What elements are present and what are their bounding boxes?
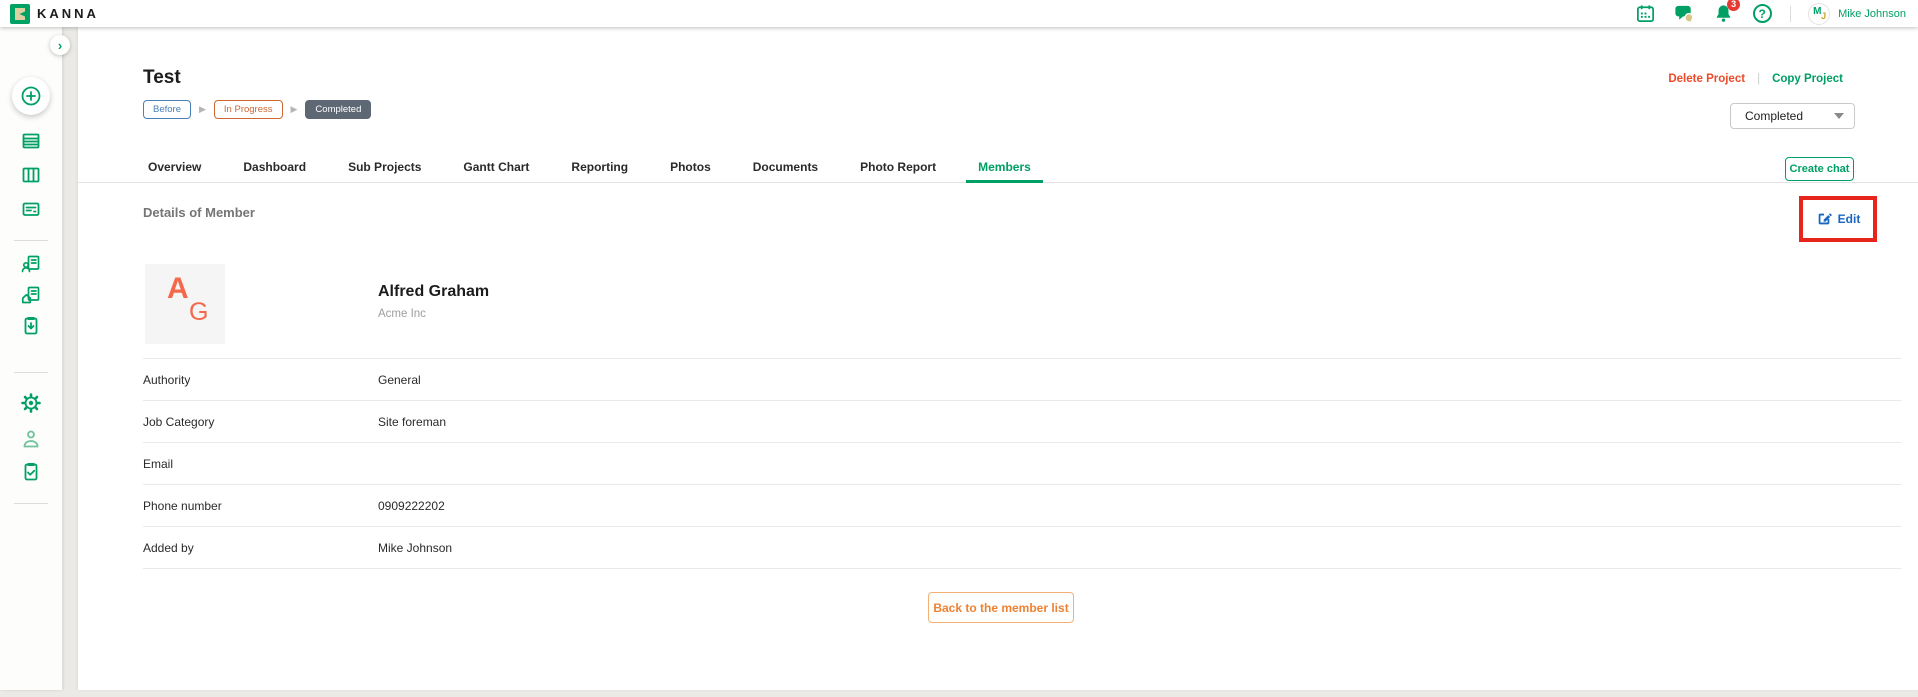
- table-row: Added by Mike Johnson: [143, 527, 1901, 569]
- top-bar-divider: [1790, 6, 1791, 22]
- help-icon[interactable]: ?: [1751, 3, 1773, 25]
- list-view-icon[interactable]: [20, 130, 42, 152]
- actions-separator: |: [1757, 73, 1760, 85]
- top-bar-actions: 3 ? M J Mike Johnson: [1634, 3, 1906, 25]
- chevron-down-icon: [1834, 113, 1844, 119]
- import-icon[interactable]: [20, 315, 42, 337]
- arrow-right-icon: ▶: [291, 104, 298, 115]
- user-menu[interactable]: M J Mike Johnson: [1808, 3, 1906, 25]
- profile-icon[interactable]: [20, 428, 42, 450]
- chat-icon[interactable]: [1673, 3, 1695, 25]
- tab-gantt-chart[interactable]: Gantt Chart: [451, 154, 541, 183]
- tab-photo-report[interactable]: Photo Report: [848, 154, 948, 183]
- edit-icon: [1816, 211, 1832, 227]
- field-value: 0909222202: [378, 499, 445, 513]
- sidebar-divider: [14, 503, 48, 504]
- tab-members[interactable]: Members: [966, 154, 1043, 183]
- settings-icon[interactable]: [20, 392, 42, 414]
- user-avatar: M J: [1808, 3, 1830, 25]
- kanna-logo-icon: [10, 4, 30, 24]
- create-chat-button[interactable]: Create chat: [1785, 157, 1854, 181]
- company-projects-icon[interactable]: [20, 284, 42, 306]
- project-title: Test: [143, 67, 181, 89]
- tab-documents[interactable]: Documents: [741, 154, 830, 183]
- member-avatar: A G: [145, 264, 225, 344]
- edit-button[interactable]: Edit: [1816, 211, 1861, 227]
- brand-name: KANNA: [37, 6, 99, 21]
- field-label: Added by: [143, 541, 378, 555]
- tasks-icon[interactable]: [20, 461, 42, 483]
- member-name: Alfred Graham: [378, 283, 489, 301]
- back-to-member-list-button[interactable]: Back to the member list: [928, 592, 1074, 623]
- edit-highlight-box: Edit: [1799, 196, 1877, 242]
- field-label: Phone number: [143, 499, 378, 513]
- notification-badge: 3: [1727, 0, 1740, 11]
- top-bar: KANNA: [0, 0, 1918, 27]
- edit-label: Edit: [1838, 212, 1861, 226]
- tab-photos[interactable]: Photos: [658, 154, 723, 183]
- delete-project-link[interactable]: Delete Project: [1668, 73, 1745, 85]
- project-tabs: Overview Dashboard Sub Projects Gantt Ch…: [78, 155, 1918, 183]
- sidebar: ›: [0, 27, 62, 690]
- tab-dashboard[interactable]: Dashboard: [231, 154, 318, 183]
- tab-overview[interactable]: Overview: [136, 154, 213, 183]
- sidebar-divider: [14, 240, 48, 241]
- project-status-flow: Before ▶ In Progress ▶ Completed: [143, 100, 371, 119]
- arrow-right-icon: ▶: [199, 104, 206, 115]
- project-status-dropdown[interactable]: Completed: [1730, 103, 1855, 129]
- field-label: Authority: [143, 373, 378, 387]
- add-icon[interactable]: [12, 77, 50, 115]
- project-actions: Delete Project | Copy Project: [1668, 73, 1843, 85]
- copy-project-link[interactable]: Copy Project: [1772, 73, 1843, 85]
- status-step-in-progress: In Progress: [214, 100, 283, 119]
- table-row: Phone number 0909222202: [143, 485, 1901, 527]
- field-value: General: [378, 373, 421, 387]
- member-details-table: Authority General Job Category Site fore…: [143, 358, 1901, 569]
- main-content: Test Before ▶ In Progress ▶ Completed De…: [78, 27, 1918, 690]
- kanna-logo[interactable]: KANNA: [10, 4, 99, 24]
- status-step-before: Before: [143, 100, 191, 119]
- table-row: Authority General: [143, 359, 1901, 401]
- sidebar-expand-button[interactable]: ›: [50, 35, 70, 55]
- field-value: Mike Johnson: [378, 541, 452, 555]
- field-label: Job Category: [143, 415, 378, 429]
- member-company: Acme Inc: [378, 308, 426, 320]
- card-view-icon[interactable]: [20, 198, 42, 220]
- status-step-completed: Completed: [305, 100, 371, 119]
- field-value: Site foreman: [378, 415, 446, 429]
- user-name: Mike Johnson: [1838, 8, 1906, 20]
- bell-icon[interactable]: 3: [1712, 3, 1734, 25]
- board-view-icon[interactable]: [20, 164, 42, 186]
- field-label: Email: [143, 457, 378, 471]
- section-title: Details of Member: [143, 205, 255, 220]
- member-projects-icon[interactable]: [20, 253, 42, 275]
- tab-sub-projects[interactable]: Sub Projects: [336, 154, 433, 183]
- table-row: Job Category Site foreman: [143, 401, 1901, 443]
- sidebar-divider: [14, 372, 48, 373]
- app-window: KANNA: [0, 0, 1918, 697]
- tab-reporting[interactable]: Reporting: [559, 154, 640, 183]
- table-row: Email: [143, 443, 1901, 485]
- status-dropdown-value: Completed: [1745, 109, 1803, 123]
- calendar-icon[interactable]: [1634, 3, 1656, 25]
